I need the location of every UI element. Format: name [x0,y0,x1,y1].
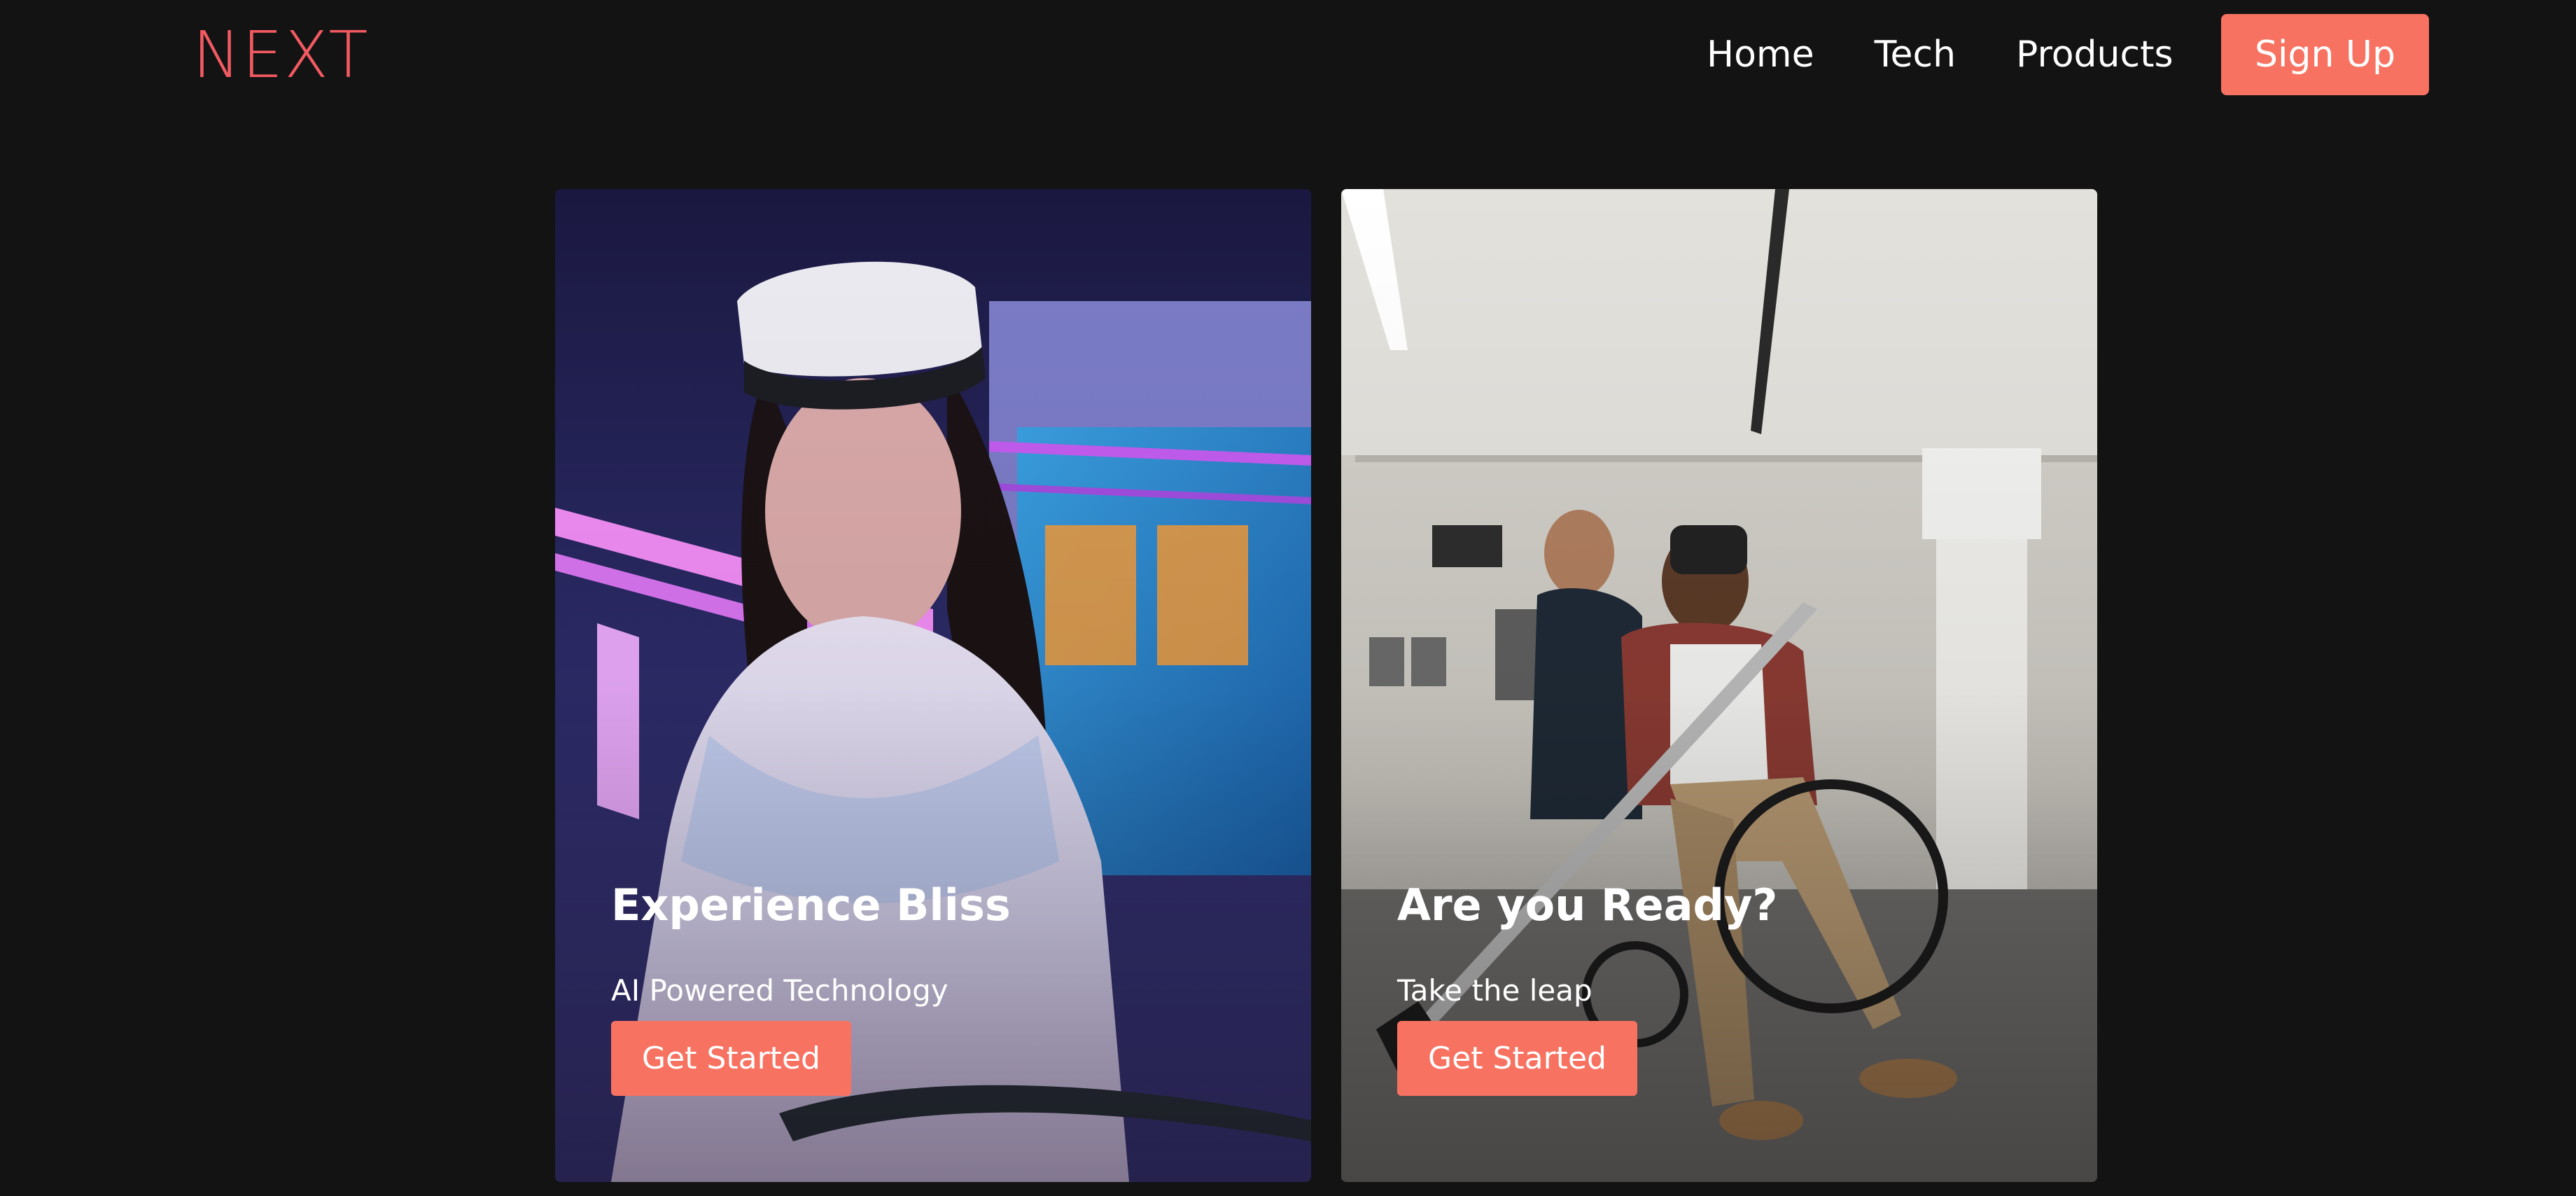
get-started-button[interactable]: Get Started [611,1021,851,1096]
brand-logo[interactable]: NEXT [192,17,370,94]
nav-link-tech[interactable]: Tech [1875,14,1956,95]
site-header: NEXT Home Tech Products Sign Up [0,0,2576,112]
get-started-button[interactable]: Get Started [1397,1021,1637,1096]
nav-link-products[interactable]: Products [2016,14,2174,95]
card-subtitle: Take the leap [1397,973,1592,1008]
sign-up-button[interactable]: Sign Up [2221,14,2429,95]
feature-card-are-you-ready: Are you Ready? Take the leap Get Started [1341,189,2097,1182]
card-subtitle: AI Powered Technology [611,973,948,1008]
feature-card-experience-bliss: Experience Bliss AI Powered Technology G… [555,189,1311,1182]
card-title: Experience Bliss [611,879,1011,931]
card-title: Are you Ready? [1397,879,1778,931]
main-nav: Home Tech Products [1707,14,2234,95]
nav-link-home[interactable]: Home [1707,14,1814,95]
